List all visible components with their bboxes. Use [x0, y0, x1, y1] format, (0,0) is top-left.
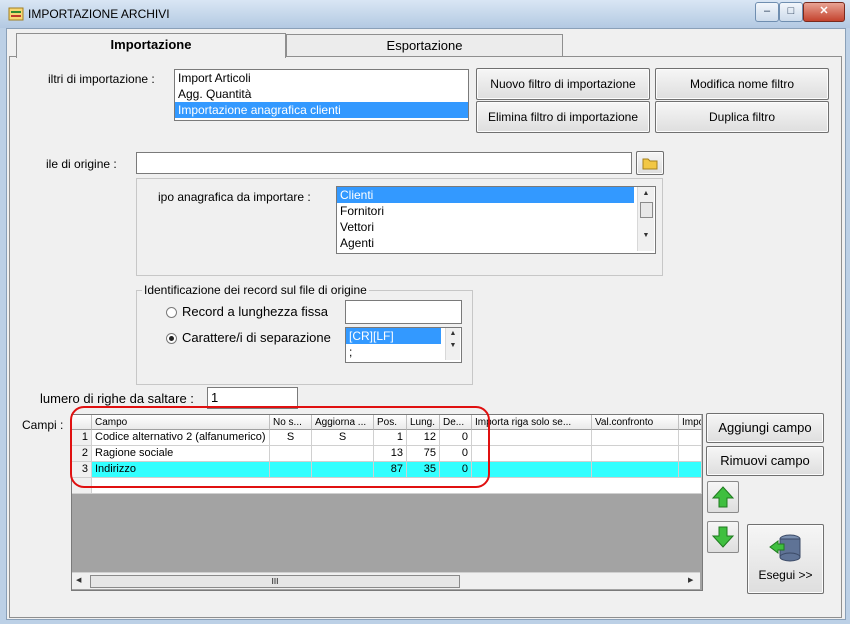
cell-impo[interactable] [679, 462, 702, 478]
execute-button[interactable]: Esegui >> [747, 524, 824, 594]
new-filter-button[interactable]: Nuovo filtro di importazione [476, 68, 650, 100]
move-up-button[interactable] [707, 481, 739, 513]
close-button[interactable]: ✕ [803, 2, 845, 22]
list-item-selected[interactable]: Clienti [337, 187, 634, 203]
cell-impo[interactable] [679, 430, 702, 446]
scroll-down-arrow-icon[interactable]: ▼ [638, 232, 654, 239]
folder-icon [642, 158, 658, 170]
rename-filter-button[interactable]: Modifica nome filtro [655, 68, 829, 100]
window-title: IMPORTAZIONE ARCHIVI [28, 7, 170, 21]
registry-type-label: ipo anagrafica da importare : [158, 190, 311, 204]
annotation-highlight [70, 406, 490, 488]
move-down-button[interactable] [707, 521, 739, 553]
fields-label: Campi : [22, 418, 64, 432]
scroll-up-arrow-icon[interactable]: ▲ [446, 330, 460, 337]
add-field-button[interactable]: Aggiungi campo [706, 413, 824, 443]
source-file-label: ile di origine : [46, 157, 117, 171]
cell-val[interactable] [592, 446, 679, 462]
tab-importazione[interactable]: Importazione [16, 33, 286, 58]
cell-impo[interactable] [679, 446, 702, 462]
database-import-icon [768, 534, 800, 562]
skip-rows-label: lumero di righe da saltare : [40, 391, 194, 406]
list-item-selected[interactable]: [CR][LF] [346, 328, 441, 344]
arrow-down-icon [711, 526, 735, 548]
fixed-length-label: Record a lunghezza fissa [182, 304, 328, 319]
grid-horizontal-scrollbar[interactable]: ◀ III ▶ [72, 572, 700, 589]
filters-list[interactable]: Import Articoli Agg. Quantità Importazio… [174, 69, 469, 121]
scroll-down-arrow-icon[interactable]: ▼ [446, 342, 460, 349]
list-item-selected[interactable]: Importazione anagrafica clienti [175, 102, 468, 118]
scroll-thumb[interactable] [640, 202, 653, 218]
scroll-right-arrow-icon[interactable]: ▶ [688, 576, 693, 584]
delete-filter-button[interactable]: Elimina filtro di importazione [476, 101, 650, 133]
list-item[interactable]: Fornitori [337, 203, 655, 219]
app-icon [8, 6, 24, 22]
list-item[interactable]: ; [346, 344, 461, 360]
minimize-button[interactable]: – [755, 2, 779, 22]
scroll-left-arrow-icon[interactable]: ◀ [76, 576, 81, 584]
tab-esportazione[interactable]: Esportazione [286, 34, 563, 57]
cell-val[interactable] [592, 462, 679, 478]
list-item[interactable]: Agg. Quantità [175, 86, 468, 102]
list-item[interactable]: Vettori [337, 219, 655, 235]
registry-type-list[interactable]: Clienti Fornitori Vettori Agenti [336, 186, 656, 254]
column-header[interactable]: Impo [679, 415, 702, 430]
column-header[interactable]: Val.confronto [592, 415, 679, 430]
separator-label: Carattere/i di separazione [182, 330, 331, 345]
execute-label: Esegui >> [758, 568, 813, 582]
browse-folder-button[interactable] [636, 151, 664, 175]
filters-label: iltri di importazione : [48, 72, 155, 86]
arrow-up-icon [711, 486, 735, 508]
registry-type-scrollbar[interactable]: ▲ ▼ [637, 187, 654, 251]
cell-importa[interactable] [472, 446, 592, 462]
column-header[interactable]: Importa riga solo se... [472, 415, 592, 430]
fixed-length-input[interactable] [345, 300, 462, 324]
list-item[interactable]: Import Articoli [175, 70, 468, 86]
scroll-up-arrow-icon[interactable]: ▲ [638, 190, 654, 197]
cell-importa[interactable] [472, 430, 592, 446]
cell-val[interactable] [592, 430, 679, 446]
remove-field-button[interactable]: Rimuovi campo [706, 446, 824, 476]
cell-importa[interactable] [472, 462, 592, 478]
fixed-length-radio[interactable] [166, 307, 177, 318]
separator-scrollbar[interactable]: ▲ ▼ [445, 328, 460, 360]
maximize-button[interactable]: □ [779, 2, 803, 22]
source-file-input[interactable] [136, 152, 632, 174]
list-item[interactable]: Agenti [337, 235, 655, 251]
separator-radio[interactable] [166, 333, 177, 344]
record-id-group-label: Identificazione dei record sul file di o… [142, 283, 369, 297]
scroll-thumb[interactable]: III [90, 575, 460, 588]
duplicate-filter-button[interactable]: Duplica filtro [655, 101, 829, 133]
